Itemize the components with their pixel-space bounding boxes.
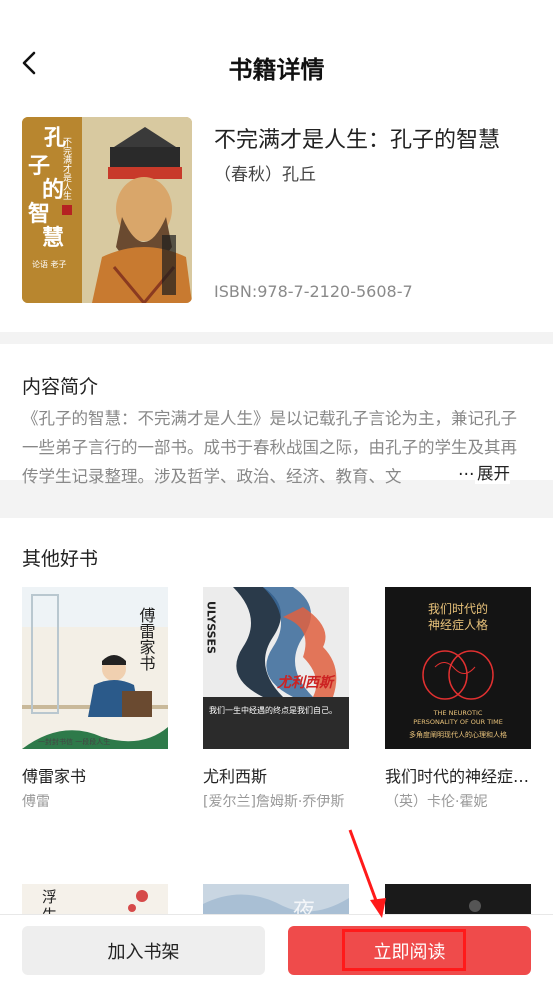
book-card-cover: 傅雷家书 一封封书信 一段段人生 [22, 587, 168, 749]
book-card-title: 尤利西斯 [203, 767, 268, 786]
book-author: （春秋）孔丘 [214, 165, 316, 185]
book-card-title: 我们时代的神经症人格 [385, 767, 531, 786]
svg-text:智: 智 [28, 201, 50, 227]
svg-text:不完满才是人生: 不完满才是人生 [61, 137, 72, 200]
svg-text:PERSONALITY OF OUR TIME: PERSONALITY OF OUR TIME [413, 718, 503, 726]
cover-spine-text: ULYSSES [205, 601, 218, 654]
cover-text: 我们时代的 [428, 601, 488, 616]
book-card-fulei[interactable]: 傅雷家书 一封封书信 一段段人生 傅雷家书 傅雷 [22, 587, 168, 811]
book-title: 不完满才是人生：孔子的智慧 [214, 128, 501, 153]
intro-ellipsis: … [458, 460, 476, 479]
header: 书籍详情 [0, 0, 553, 100]
svg-text:我们一生中经遇的终点是我们自己。: 我们一生中经遇的终点是我们自己。 [209, 705, 337, 715]
intro-section: 内容简介 《孔子的智慧：不完满才是人生》是以记载孔子言论为主，兼记孔子一些弟子言… [0, 344, 553, 486]
other-books-title: 其他好书 [22, 548, 99, 570]
book-card-neurotic[interactable]: 我们时代的 神经症人格 THE NEUROTIC PERSONALITY OF … [385, 587, 531, 811]
book-info-section: 孔 子 的 智 慧 不完满才是人生 论语 老子 不完满才是人生：孔子的智慧 （春… [0, 100, 553, 332]
svg-text:子: 子 [28, 153, 50, 179]
book-card-author: （英）卡伦·霍妮 [385, 794, 488, 810]
book-cover[interactable]: 孔 子 的 智 慧 不完满才是人生 论语 老子 [22, 117, 192, 303]
svg-text:THE NEUROTIC: THE NEUROTIC [433, 709, 483, 717]
annotation-highlight-box [342, 929, 466, 971]
annotation-arrow-icon [348, 829, 386, 918]
page-title: 书籍详情 [228, 56, 325, 84]
bottom-action-bar: 加入书架 立即阅读 [0, 914, 553, 984]
book-card-author: [爱尔兰]詹姆斯·乔伊斯 [203, 794, 345, 810]
book-card-cover: ULYSSES 尤利西斯 我们一生中经遇的终点是我们自己。 [203, 587, 349, 749]
cover-text: 浮 [42, 888, 57, 906]
intro-title: 内容简介 [22, 376, 99, 398]
svg-text:慧: 慧 [42, 225, 64, 251]
book-card-ulysses[interactable]: ULYSSES 尤利西斯 我们一生中经遇的终点是我们自己。 尤利西斯 [爱尔兰]… [203, 587, 349, 811]
book-isbn: ISBN:978-7-2120-5608-7 [214, 282, 413, 301]
svg-text:神经症人格: 神经症人格 [428, 617, 488, 632]
book-card-author: 傅雷 [22, 794, 50, 810]
svg-text:多角度阐明现代人的心理和人格: 多角度阐明现代人的心理和人格 [409, 730, 507, 739]
cover-text: 尤利西斯 [277, 674, 336, 691]
book-card-title: 傅雷家书 [22, 767, 87, 786]
cover-text: 傅雷家书 [137, 607, 156, 671]
book-card-cover: 我们时代的 神经症人格 THE NEUROTIC PERSONALITY OF … [385, 587, 531, 749]
add-to-shelf-button[interactable]: 加入书架 [22, 926, 265, 975]
intro-text: 《孔子的智慧：不完满才是人生》是以记载孔子言论为主，兼记孔子一些弟子言行的一部书… [22, 409, 517, 486]
expand-link[interactable]: 展开 [475, 460, 510, 484]
svg-text:一封封书信 一段段人生: 一封封书信 一段段人生 [38, 737, 110, 746]
svg-text:论语 老子: 论语 老子 [32, 259, 67, 269]
